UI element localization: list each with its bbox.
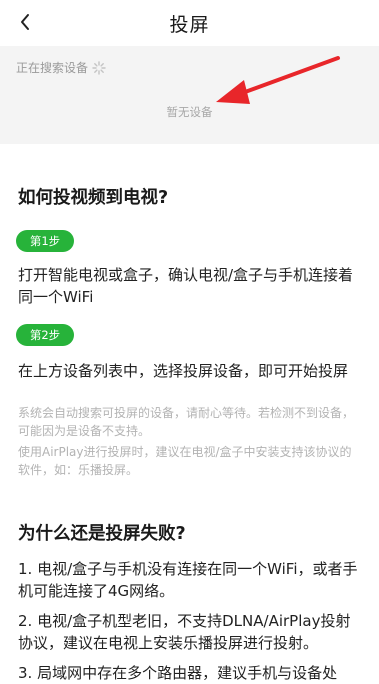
empty-device-text: 暂无设备 (166, 105, 213, 119)
step-2-badge: 第2步 (16, 324, 74, 346)
failure-item-2: 2. 电视/盒子机型老旧，不支持DLNA/AirPlay投射协议，建议在电视上安… (18, 612, 351, 652)
device-list-panel: 正在搜索设备 暂无设备 (0, 46, 379, 144)
searching-status: 正在搜索设备 (16, 59, 106, 76)
failure-item-1: 1. 电视/盒子与手机没有连接在同一个WiFi，或者手机可能连接了4G网络。 (18, 560, 358, 600)
step-1-badge: 第1步 (16, 230, 74, 252)
failure-item-3: 3. 局域网中存在多个路由器，建议手机与设备处 (18, 664, 338, 682)
searching-text: 正在搜索设备 (16, 61, 89, 75)
page-title: 投屏 (169, 14, 210, 36)
step-1-text: 打开智能电视或盒子，确认电视/盒子与手机连接着同一个WiFi (18, 266, 354, 306)
guide-heading: 如何投视频到电视? (18, 188, 169, 208)
step-2-text: 在上方设备列表中，选择投屏设备，即可开始投屏 (18, 362, 349, 380)
failure-heading: 为什么还是投屏失败? (18, 524, 186, 544)
top-bar: 投屏 (0, 0, 379, 46)
search-tip-text: 系统会自动搜索可投屏的设备，请耐心等待。若检测不到设备，可能因为是设备不支持。 (18, 406, 355, 438)
airplay-tip-text: 使用AirPlay进行投屏时，建议在电视/盒子中安装支持该协议的软件，如：乐播投… (18, 445, 352, 477)
loading-spinner-icon (92, 60, 106, 75)
section-divider (0, 144, 379, 152)
